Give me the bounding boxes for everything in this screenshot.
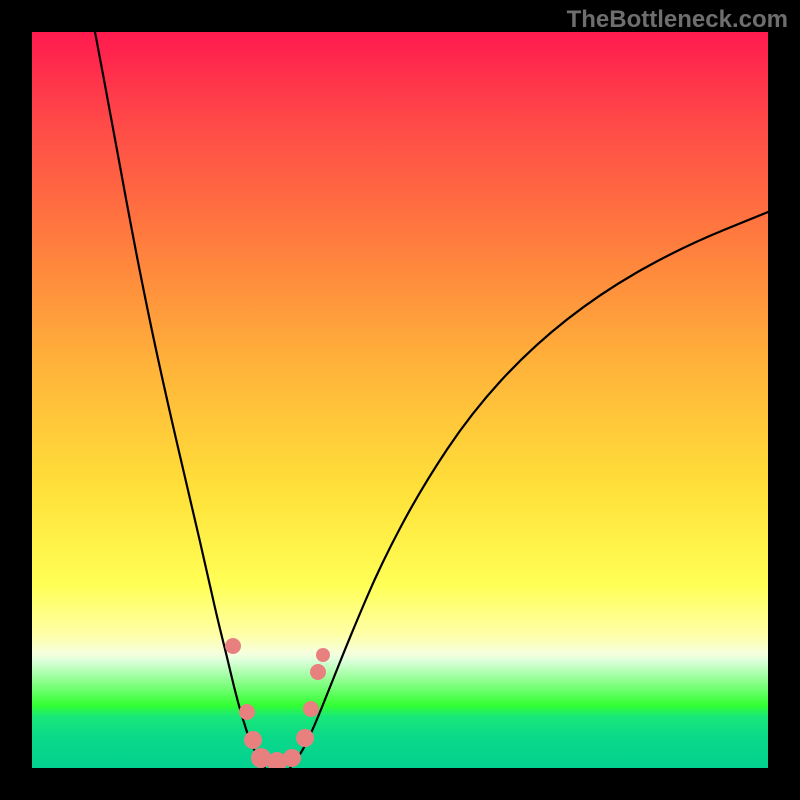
chart-svg	[32, 32, 768, 768]
data-marker	[303, 701, 319, 717]
data-marker	[310, 664, 326, 680]
curve-right-arm	[290, 212, 768, 768]
curve-left-arm	[95, 32, 265, 768]
data-marker	[239, 704, 255, 720]
watermark-text: TheBottleneck.com	[567, 6, 788, 34]
data-marker	[251, 748, 271, 768]
data-marker	[225, 638, 241, 654]
data-marker	[316, 648, 330, 662]
data-marker	[244, 731, 262, 749]
bottleneck-curve	[95, 32, 768, 768]
chart-plot-area	[32, 32, 768, 768]
data-markers	[225, 638, 330, 768]
data-marker	[296, 729, 314, 747]
data-marker	[267, 752, 287, 768]
data-marker	[283, 749, 301, 767]
